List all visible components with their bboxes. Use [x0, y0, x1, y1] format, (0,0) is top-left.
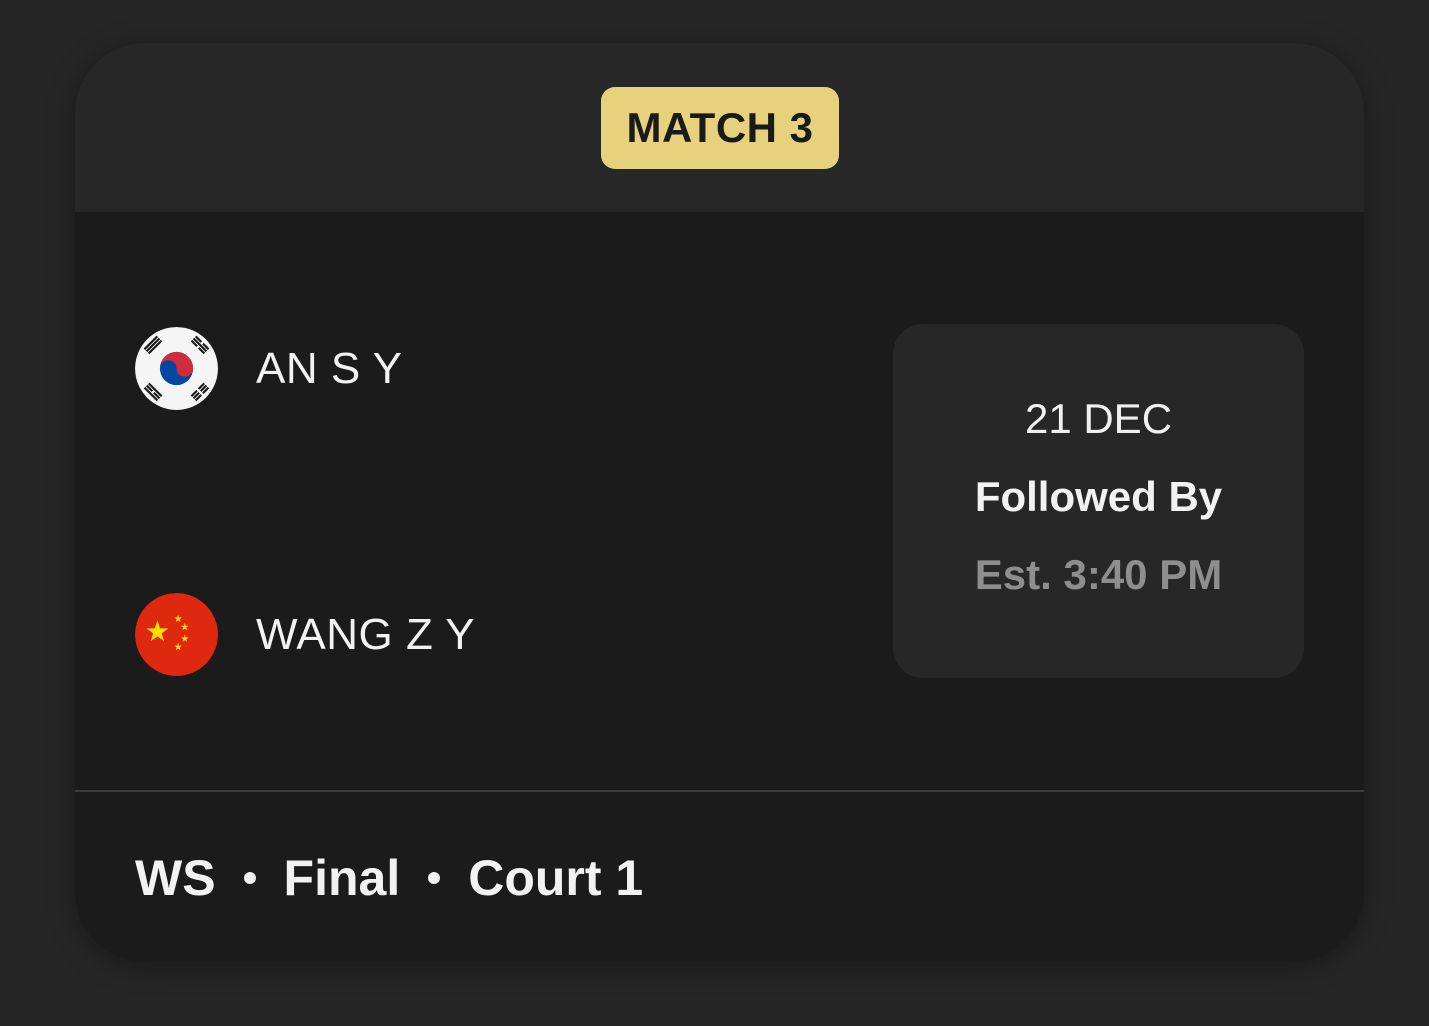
- round-label: Final: [283, 850, 401, 906]
- estimated-time: Est. 3:40 PM: [974, 551, 1223, 598]
- separator-dot-icon: [428, 872, 441, 884]
- event-label: WS: [135, 850, 216, 906]
- card-header: MATCH 3: [75, 43, 1364, 212]
- match-details-footer: WS Final Court 1: [135, 843, 643, 913]
- match-card[interactable]: MATCH 3 AN S Y WANG Z Y 21 DEC Followed …: [75, 43, 1364, 962]
- china-flag-icon: [135, 593, 218, 676]
- player-name: AN S Y: [256, 343, 403, 393]
- player-row-2: WANG Z Y: [135, 593, 475, 676]
- footer-divider: [75, 790, 1364, 792]
- court-label: Court 1: [468, 850, 644, 906]
- south-korea-flag-icon: [135, 327, 218, 410]
- followed-by-label: Followed By: [974, 473, 1223, 520]
- separator-dot-icon: [243, 872, 256, 884]
- player-row-1: AN S Y: [135, 327, 402, 410]
- player-name: WANG Z Y: [256, 609, 476, 659]
- match-date: 21 DEC: [1024, 395, 1173, 442]
- match-number-badge: MATCH 3: [601, 87, 839, 169]
